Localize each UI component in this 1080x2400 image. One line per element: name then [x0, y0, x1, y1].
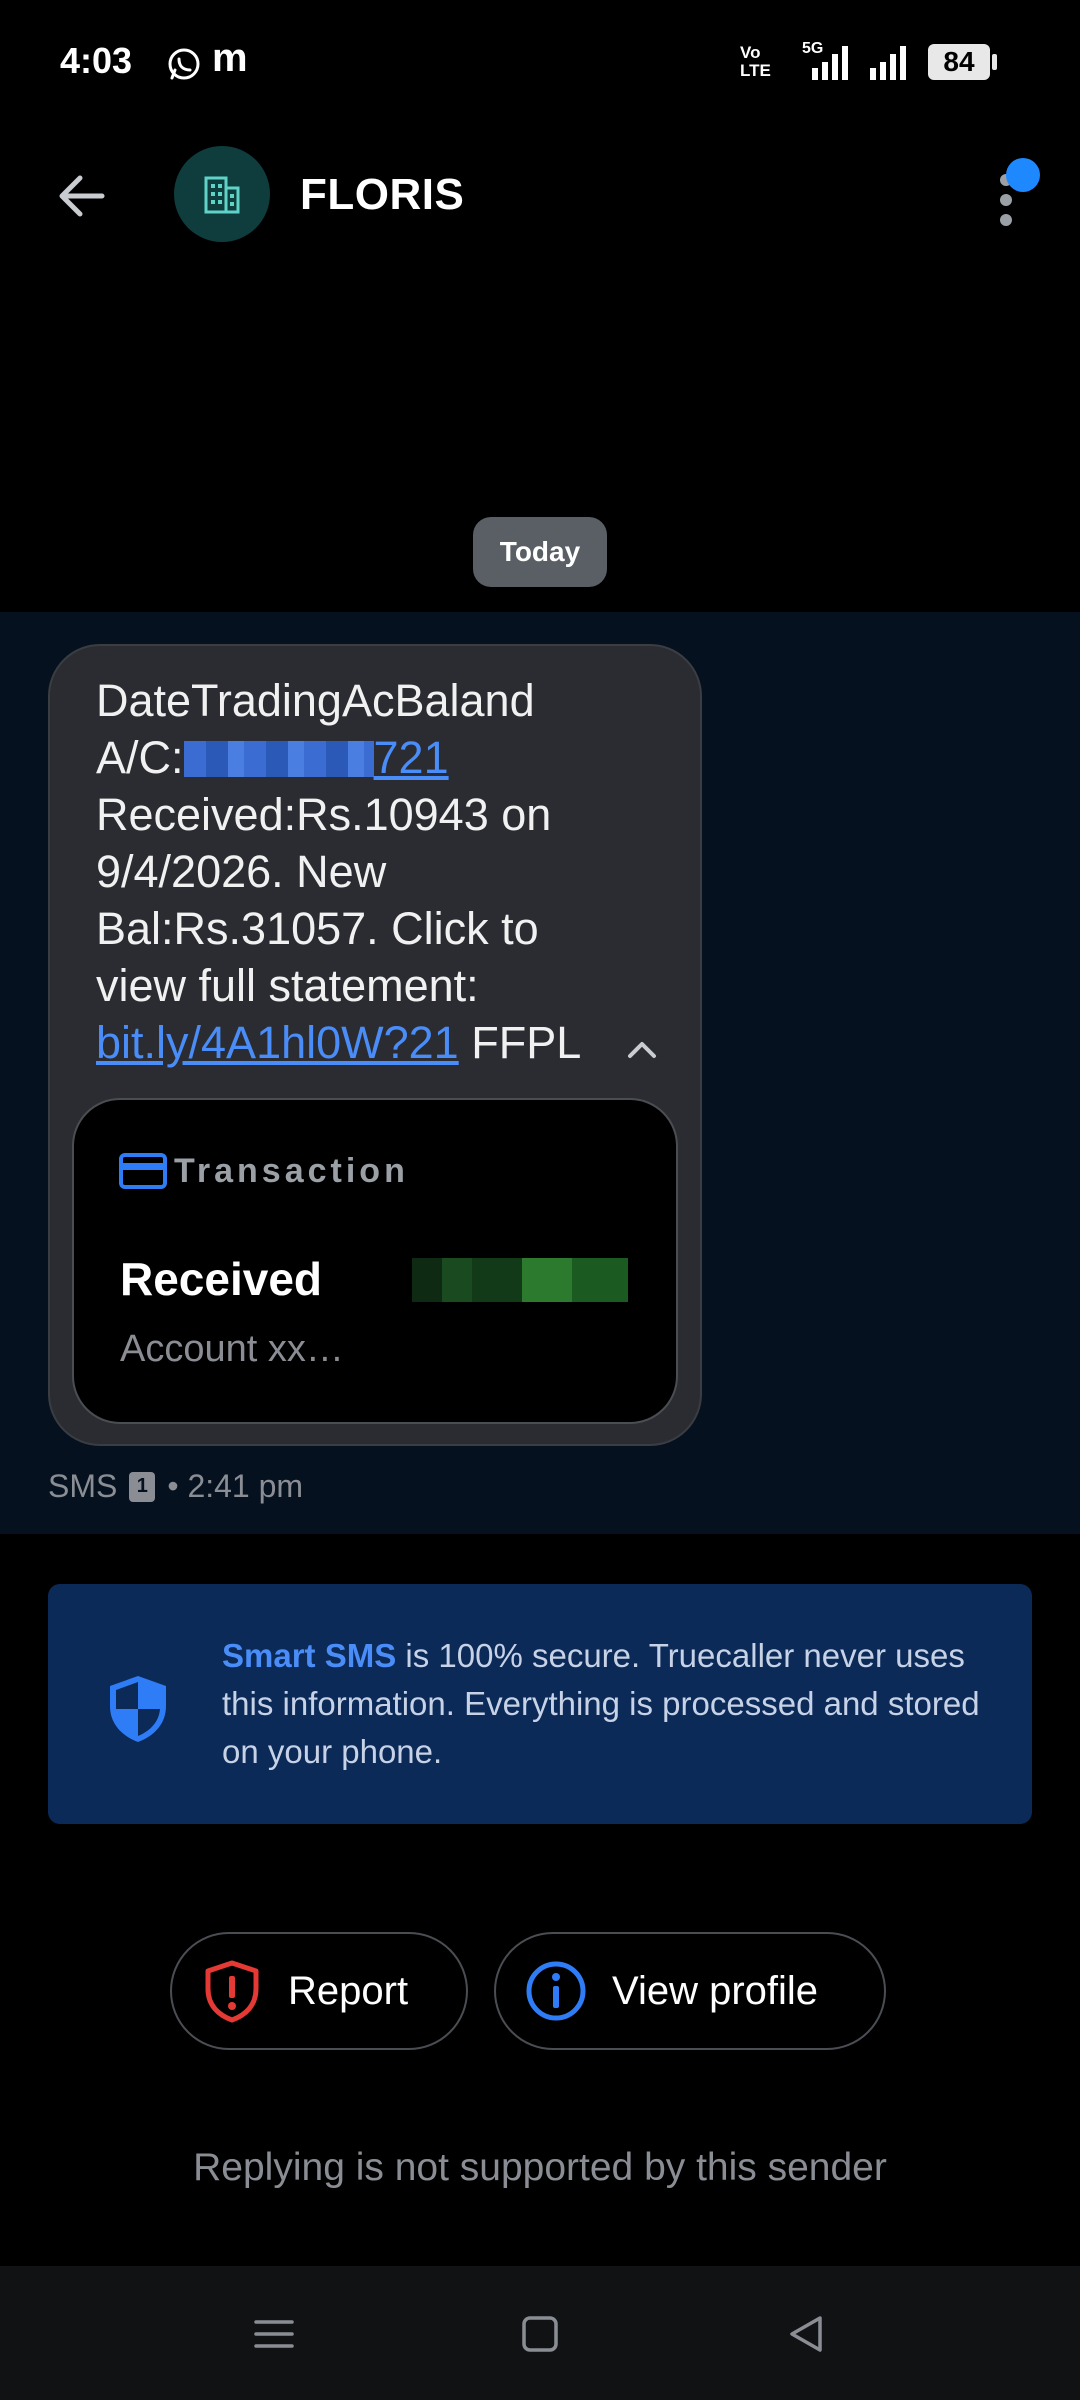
notification-badge [1006, 158, 1040, 192]
recents-menu-icon[interactable] [250, 2310, 298, 2358]
redacted-amount [412, 1258, 628, 1302]
battery-tip [992, 54, 997, 70]
status-bar: 4:03 m Vo LTE 5G 84 [0, 0, 1080, 120]
volte-label: Vo LTE [740, 43, 771, 80]
transaction-status: Received [120, 1253, 323, 1305]
reply-not-supported-note: Replying is not supported by this sender [193, 2146, 887, 2189]
view-profile-label: View profile [612, 1968, 819, 2013]
view-profile-button[interactable]: View profile [494, 1932, 886, 2050]
back-nav-icon[interactable] [782, 2310, 830, 2358]
smart-sms-brand: Smart SMS [222, 1637, 397, 1674]
transaction-account: Account xx… [120, 1328, 344, 1370]
sender-name[interactable]: FLORIS [300, 170, 464, 220]
sim-icon: 1 [129, 1471, 156, 1502]
back-arrow-icon[interactable] [52, 166, 112, 226]
avatar[interactable] [174, 146, 270, 242]
carrier-label: m [212, 36, 248, 80]
report-label: Report [288, 1968, 409, 2013]
conversation-header: FLORIS [0, 140, 1080, 250]
chevron-up-icon[interactable] [622, 1030, 662, 1070]
info-icon [526, 1961, 586, 2021]
smart-sms-info-text: Smart SMS is 100% secure. Truecaller nev… [222, 1637, 980, 1770]
report-button[interactable]: Report [170, 1932, 468, 2050]
credit-card-icon [119, 1153, 167, 1189]
report-shield-icon [205, 1960, 259, 2023]
building-icon [204, 176, 240, 214]
message-text: DateTradingAcBaland A/C: 721 Received:Rs.… [96, 675, 582, 1068]
statement-link[interactable]: bit.ly/4A1hl0W?21 [96, 1017, 459, 1068]
home-icon[interactable] [516, 2310, 564, 2358]
redacted-account [183, 741, 374, 777]
shield-icon [110, 1676, 166, 1742]
signal-icon-1 [812, 46, 848, 80]
signal-icon-2 [870, 46, 906, 80]
whatsapp-icon [168, 48, 200, 80]
status-time: 4:03 [60, 40, 133, 81]
message-meta: SMS 1 • 2:41 pm [48, 1468, 304, 1504]
battery-icon: 84 [928, 44, 990, 80]
status-indicators: Vo LTE 5G 84 [660, 0, 1080, 120]
date-chip: Today [473, 517, 607, 587]
transaction-title: Transaction [174, 1152, 409, 1190]
